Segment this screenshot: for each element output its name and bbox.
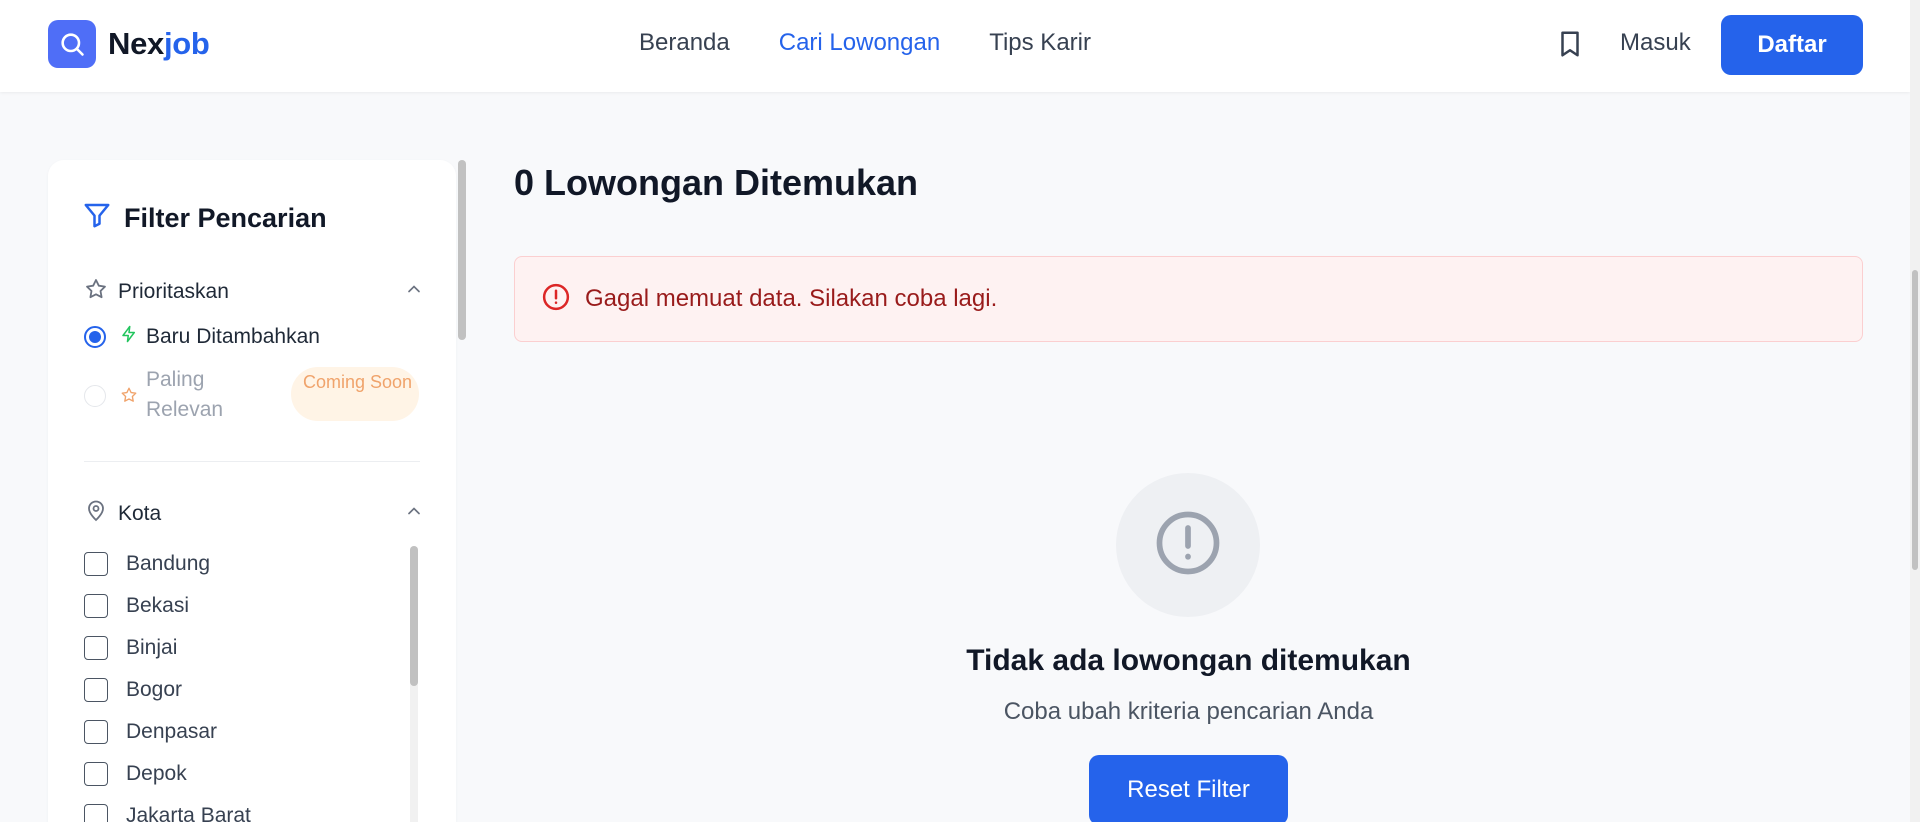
error-alert: Gagal memuat data. Silakan coba lagi.	[514, 256, 1863, 342]
priority-option-newest-label: Baru Ditambahkan	[146, 325, 320, 348]
bookmark-icon[interactable]	[1555, 29, 1585, 64]
bolt-icon	[120, 325, 138, 349]
city-option-label: Jakarta Barat	[126, 804, 251, 822]
city-option-bandung[interactable]: Bandung	[84, 543, 251, 585]
city-option-label: Denpasar	[126, 720, 218, 743]
city-option-label: Bandung	[126, 552, 211, 575]
city-option-label: Bogor	[126, 678, 183, 701]
priority-option-relevant: Paling Relevan	[84, 365, 236, 425]
priority-section-header[interactable]: Prioritaskan	[84, 277, 424, 307]
city-option-label: Depok	[126, 762, 187, 785]
checkbox[interactable]	[84, 720, 108, 744]
error-message: Gagal memuat data. Silakan coba lagi.	[585, 285, 998, 312]
filter-title-text: Filter Pencarian	[124, 203, 327, 233]
city-list-scrollbar-thumb[interactable]	[410, 546, 418, 686]
chevron-up-icon[interactable]	[404, 501, 424, 527]
sidebar-scrollbar-thumb[interactable]	[458, 160, 466, 340]
city-option-denpasar[interactable]: Denpasar	[84, 711, 251, 753]
reset-filter-button[interactable]: Reset Filter	[1089, 755, 1288, 822]
radio-disabled	[84, 385, 106, 407]
search-icon	[48, 20, 96, 68]
brand-name-part2: job	[163, 26, 210, 61]
empty-state-subtitle: Coba ubah kriteria pencarian Anda	[1003, 698, 1374, 725]
filter-sidebar: Filter Pencarian Prioritaskan Baru Ditam…	[48, 160, 456, 822]
brand-name: Nexjob	[108, 26, 210, 62]
top-navbar: Nexjob Beranda Cari Lowongan Tips Karir …	[0, 0, 1910, 92]
chevron-up-icon[interactable]	[404, 279, 424, 305]
login-link[interactable]: Masuk	[1620, 29, 1691, 57]
map-pin-icon	[84, 499, 108, 529]
section-divider	[84, 461, 420, 462]
empty-state-illustration	[1116, 473, 1260, 617]
city-option-jakarta-barat[interactable]: Jakarta Barat	[84, 795, 251, 822]
checkbox[interactable]	[84, 804, 108, 822]
nav-beranda[interactable]: Beranda	[639, 29, 730, 57]
page-scrollbar[interactable]	[1910, 0, 1920, 822]
city-option-depok[interactable]: Depok	[84, 753, 251, 795]
empty-state-title: Tidak ada lowongan ditemukan	[966, 644, 1411, 677]
main-nav: Beranda Cari Lowongan Tips Karir	[639, 29, 1091, 57]
checkbox[interactable]	[84, 552, 108, 576]
city-option-label: Bekasi	[126, 594, 190, 617]
city-option-bogor[interactable]: Bogor	[84, 669, 251, 711]
priority-option-newest[interactable]: Baru Ditambahkan	[84, 325, 320, 349]
alert-circle-icon	[541, 282, 571, 317]
city-option-label: Binjai	[126, 636, 178, 659]
checkbox[interactable]	[84, 594, 108, 618]
results-count-title: 0 Lowongan Ditemukan	[514, 162, 919, 203]
radio-selected[interactable]	[84, 326, 106, 348]
checkbox[interactable]	[84, 762, 108, 786]
brand-name-part1: Nex	[108, 26, 164, 61]
city-section-header[interactable]: Kota	[84, 499, 424, 529]
filter-icon	[82, 200, 112, 237]
city-option-binjai[interactable]: Binjai	[84, 627, 251, 669]
alert-circle-icon	[1152, 507, 1224, 584]
city-option-bekasi[interactable]: Bekasi	[84, 585, 251, 627]
city-checkbox-list: Bandung Bekasi Binjai Bogor Denpasar Dep…	[84, 543, 251, 822]
priority-label: Prioritaskan	[118, 280, 229, 303]
priority-option-relevant-label: Paling Relevan	[146, 368, 224, 421]
page-scrollbar-thumb[interactable]	[1912, 270, 1918, 570]
nav-tips-karir[interactable]: Tips Karir	[989, 29, 1091, 57]
star-icon	[84, 277, 108, 307]
filter-title: Filter Pencarian	[82, 200, 327, 237]
brand-logo[interactable]: Nexjob	[48, 20, 210, 68]
coming-soon-badge: Coming Soon	[291, 367, 419, 421]
nav-cari-lowongan[interactable]: Cari Lowongan	[779, 29, 940, 57]
checkbox[interactable]	[84, 636, 108, 660]
star-icon	[120, 386, 138, 410]
register-button[interactable]: Daftar	[1721, 15, 1863, 75]
checkbox[interactable]	[84, 678, 108, 702]
city-label: Kota	[118, 502, 162, 525]
